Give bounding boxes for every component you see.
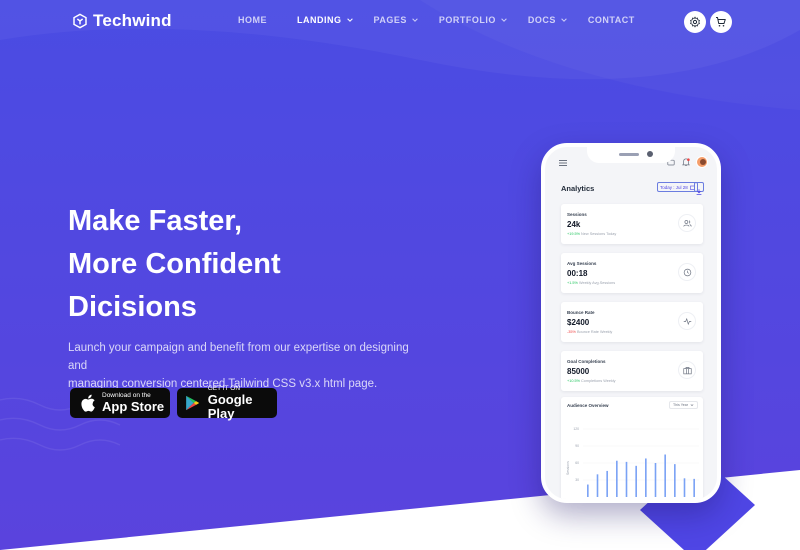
navbar: Techwind HOME LANDING PAGES PORTFOLIO DO… bbox=[0, 0, 800, 42]
chart-y-tick: 60 bbox=[575, 461, 579, 465]
stat-change: +1.5% bbox=[567, 281, 578, 285]
analytics-title: Analytics bbox=[561, 184, 595, 193]
hero-title: Make Faster, More Confident Dicisions bbox=[68, 200, 428, 329]
app-store-button[interactable]: Download on the App Store bbox=[70, 388, 170, 418]
chart-y-tick: 30 bbox=[575, 478, 579, 482]
chart-bar bbox=[606, 470, 608, 497]
clock-icon bbox=[678, 263, 696, 281]
chevron-down-icon bbox=[346, 18, 353, 22]
nav-item-portfolio[interactable]: PORTFOLIO bbox=[439, 15, 508, 25]
stat-label: Avg Sessions bbox=[567, 261, 597, 266]
date-picker[interactable]: Today : Jul 28 bbox=[657, 182, 698, 192]
stat-note-text: Completions Weekly bbox=[581, 379, 616, 383]
nav-item-label: CONTACT bbox=[587, 15, 635, 25]
chevron-down-icon bbox=[501, 18, 507, 22]
briefcase-icon bbox=[678, 361, 696, 379]
stat-note-text: Weekly Avg.Sessions bbox=[578, 281, 616, 285]
chart-bar bbox=[693, 478, 695, 497]
download-icon bbox=[696, 189, 702, 195]
google-play-icon bbox=[186, 395, 200, 411]
nav-item-pages[interactable]: PAGES bbox=[374, 15, 419, 25]
nav-item-contact[interactable]: CONTACT bbox=[588, 15, 635, 25]
chart-bar bbox=[645, 458, 647, 497]
cart-button[interactable] bbox=[710, 11, 732, 33]
brand-name: Techwind bbox=[93, 11, 172, 30]
chart-bar bbox=[664, 454, 666, 497]
stat-card-goal-completions: Goal Completions 85000 +10.5% Completion… bbox=[561, 351, 703, 391]
stat-note: +19.5% New Sessions Today bbox=[567, 232, 616, 236]
stat-note-text: New Sessions Today bbox=[581, 232, 617, 236]
nav-item-label: HOME bbox=[238, 15, 267, 25]
hero-title-line: Make Faster, bbox=[68, 205, 243, 237]
chart-bar bbox=[654, 463, 657, 497]
stat-value: 00:18 bbox=[567, 269, 588, 278]
chart-y-tick: 90 bbox=[575, 444, 579, 448]
apple-icon bbox=[81, 394, 95, 412]
activity-icon bbox=[678, 312, 696, 330]
logo-icon bbox=[73, 13, 87, 29]
stat-change: +10.5% bbox=[567, 379, 580, 383]
stat-label: Sessions bbox=[567, 212, 587, 217]
hero-section: Techwind HOME LANDING PAGES PORTFOLIO DO… bbox=[0, 0, 800, 550]
stat-change: +19.5% bbox=[567, 232, 580, 236]
stat-change: -35% bbox=[567, 330, 576, 334]
stat-label: Goal Completions bbox=[567, 359, 606, 364]
chevron-down-icon bbox=[412, 18, 418, 22]
stat-note: +1.5% Weekly Avg.Sessions bbox=[567, 281, 615, 285]
hero-title-line: More Confident bbox=[68, 248, 281, 280]
nav-item-label: DOCS bbox=[527, 15, 556, 25]
gear-icon bbox=[690, 16, 700, 28]
audience-overview-card: Audience Overview This Year 120 90 60 30 Ses… bbox=[561, 397, 703, 499]
stat-note: -35% Bounce Rate Weekly bbox=[567, 330, 612, 334]
settings-button[interactable] bbox=[684, 11, 706, 33]
chart-y-label: Sessions bbox=[566, 461, 570, 475]
bell-icon bbox=[682, 158, 690, 167]
google-play-button[interactable]: GET IT ON Google Play bbox=[177, 385, 277, 421]
main-menu: HOME LANDING PAGES PORTFOLIO DOCS CONTAC… bbox=[238, 15, 635, 25]
download-button[interactable] bbox=[694, 182, 704, 195]
avatar[interactable] bbox=[696, 156, 708, 168]
chart-bar bbox=[683, 478, 686, 497]
phone-notch bbox=[587, 147, 675, 163]
stat-value: 85000 bbox=[567, 367, 590, 376]
stat-card-sessions: Sessions 24k +19.5% New Sessions Today bbox=[561, 204, 703, 244]
hero-description-line: Launch your campaign and benefit from ou… bbox=[68, 342, 409, 372]
nav-item-label: PORTFOLIO bbox=[438, 15, 496, 25]
stat-note: +10.5% Completions Weekly bbox=[567, 379, 616, 383]
google-play-big: Google Play bbox=[207, 392, 253, 421]
date-label: Today : Jul 28 bbox=[660, 184, 688, 190]
chart-bar bbox=[596, 474, 599, 497]
stat-value: $2400 bbox=[567, 318, 590, 327]
chart-bar bbox=[616, 460, 618, 497]
nav-item-label: PAGES bbox=[373, 15, 407, 25]
nav-item-label: LANDING bbox=[297, 15, 342, 25]
hero-title-line: Dicisions bbox=[68, 291, 197, 323]
menu-icon bbox=[559, 160, 567, 166]
stat-card-avg-sessions: Avg Sessions 00:18 +1.5% Weekly Avg.Sess… bbox=[561, 253, 703, 293]
nav-item-landing[interactable]: LANDING bbox=[297, 15, 354, 25]
chart-bar bbox=[625, 461, 628, 497]
chart-bar bbox=[587, 484, 589, 497]
stat-value: 24k bbox=[567, 220, 581, 229]
chart-bar bbox=[635, 465, 637, 497]
nav-item-docs[interactable]: DOCS bbox=[528, 15, 568, 25]
stat-label: Bounce Rate bbox=[567, 310, 595, 315]
stat-note-text: Bounce Rate Weekly bbox=[576, 330, 613, 334]
chart-y-tick: 120 bbox=[573, 427, 579, 431]
chart-bar bbox=[674, 464, 676, 497]
users-icon bbox=[678, 214, 696, 232]
stat-card-bounce-rate: Bounce Rate $2400 -35% Bounce Rate Weekl… bbox=[561, 302, 703, 342]
app-store-big: App Store bbox=[102, 399, 165, 414]
audience-bar-chart: 120 90 60 30 Sessions bbox=[566, 427, 699, 497]
nav-item-home[interactable]: HOME bbox=[238, 15, 267, 25]
chevron-down-icon bbox=[561, 18, 567, 22]
phone-mockup: Analytics Today : Jul 28 Sessions 24k +1… bbox=[541, 143, 721, 503]
brand-logo[interactable]: Techwind bbox=[72, 11, 172, 31]
cart-icon bbox=[716, 17, 726, 27]
